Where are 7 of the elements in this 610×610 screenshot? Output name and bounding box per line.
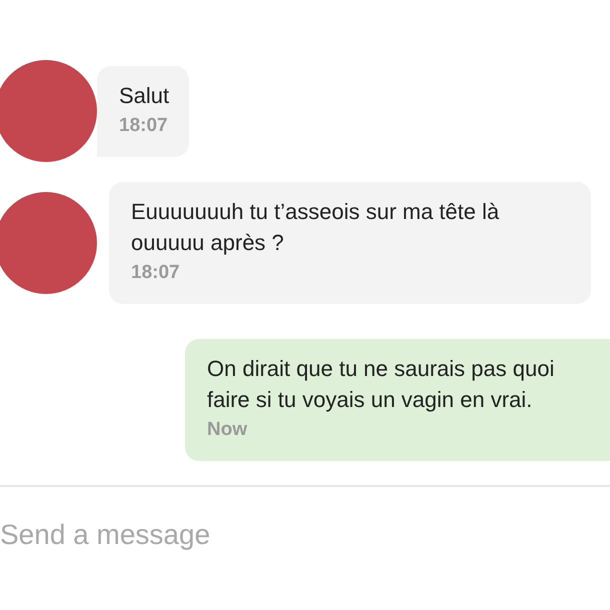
message-text: On dirait que tu ne saurais pas quoi faire si tu voyais un vagin en vrai. xyxy=(207,355,556,414)
message-text: Salut xyxy=(119,82,170,110)
message-time: 18:07 xyxy=(119,114,169,138)
message-time: Now xyxy=(207,418,248,442)
message-time: 18:07 xyxy=(131,261,181,285)
message-input-field[interactable]: Send a message xyxy=(0,519,300,551)
message-text: Euuuuuuuh tu t’asseois sur ma tête là ouuuuu après ? xyxy=(131,198,500,257)
